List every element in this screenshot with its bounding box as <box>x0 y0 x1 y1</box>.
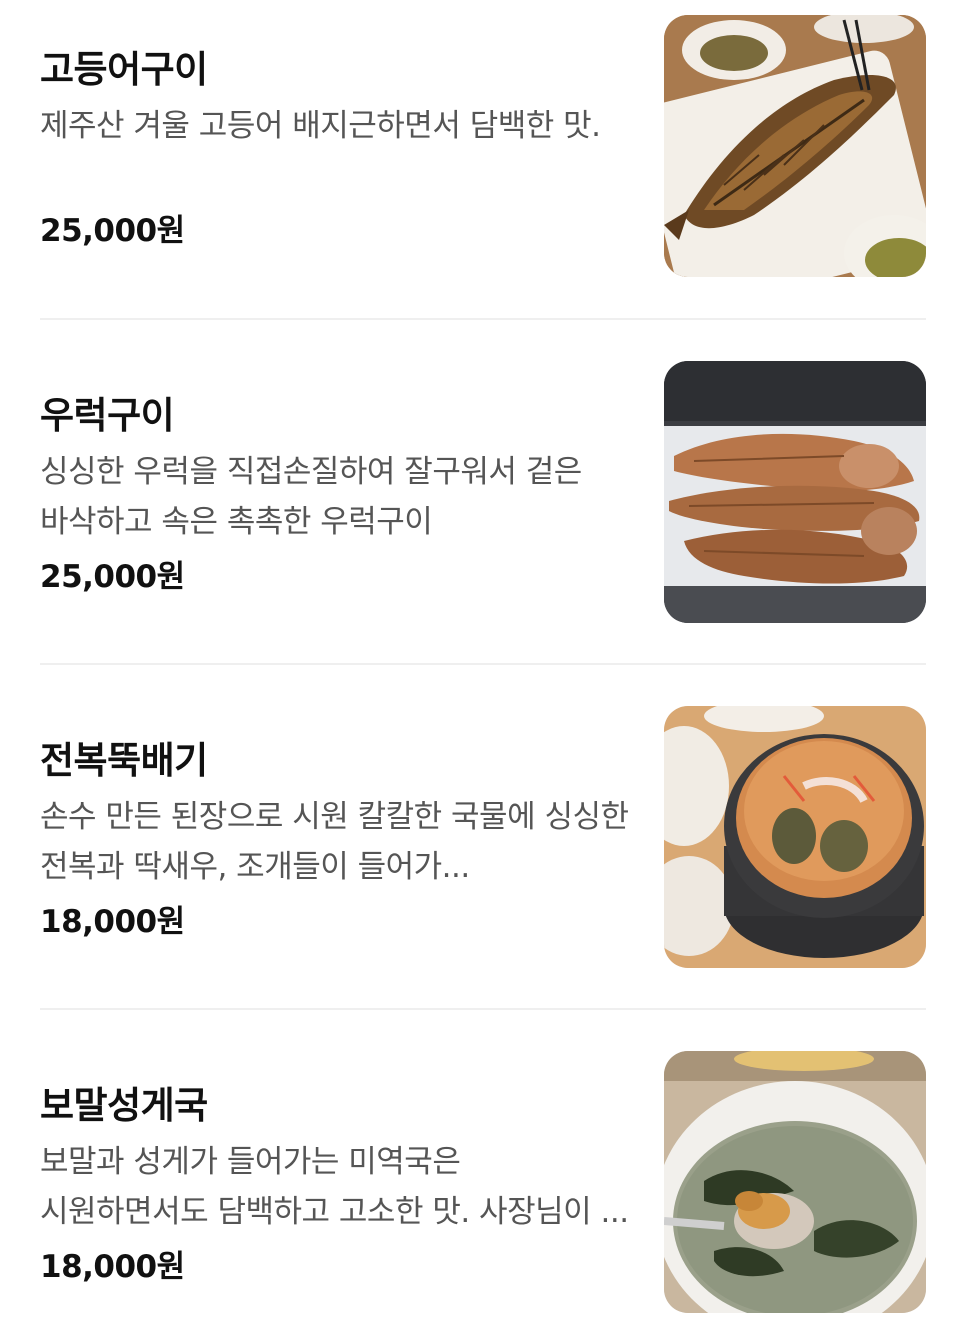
grilled-rockfish-image <box>664 361 926 623</box>
sea-urchin-soup-image <box>664 1051 926 1313</box>
divider <box>40 1008 926 1010</box>
menu-item-description: 보말과 성게가 들어가는 미역국은 시원하면서도 담백하고 고소한 맛. 사장님… <box>40 1144 629 1230</box>
menu-item-name: 우럭구이 <box>40 394 175 437</box>
grilled-rockfish-photo[interactable] <box>664 361 926 623</box>
menu-item-description: 제주산 겨울 고등어 배지근하면서 담백한 맛. <box>40 108 601 144</box>
abalone-stew-photo[interactable] <box>664 706 926 968</box>
menu-item-rockfish[interactable]: 우럭구이 싱싱한 우럭을 직접손질하여 잘구워서 겉은 바삭하고 속은 촉촉한 … <box>40 361 926 623</box>
sea-urchin-soup-photo[interactable] <box>664 1051 926 1313</box>
menu-item-mackerel[interactable]: 고등어구이 제주산 겨울 고등어 배지근하면서 담백한 맛. 25,000원 <box>40 15 926 277</box>
menu-item-sea-urchin-soup[interactable]: 보말성게국 보말과 성게가 들어가는 미역국은 시원하면서도 담백하고 고소한 … <box>40 1051 926 1313</box>
grilled-mackerel-image <box>664 15 926 277</box>
menu-item-abalone-stew[interactable]: 전복뚝배기 손수 만든 된장으로 시원 칼칼한 국물에 싱싱한 전복과 딱새우,… <box>40 706 926 968</box>
menu-item-name: 전복뚝배기 <box>40 739 208 782</box>
menu-item-price: 18,000원 <box>40 904 185 940</box>
menu-item-price: 25,000원 <box>40 213 185 249</box>
divider <box>40 663 926 665</box>
menu-item-name: 보말성게국 <box>40 1084 208 1127</box>
menu-item-description: 싱싱한 우럭을 직접손질하여 잘구워서 겉은 바삭하고 속은 촉촉한 우럭구이 <box>40 454 582 540</box>
menu-item-name: 고등어구이 <box>40 48 208 91</box>
menu-item-price: 18,000원 <box>40 1249 185 1285</box>
abalone-stew-image <box>664 706 926 968</box>
divider <box>40 318 926 320</box>
menu-item-price: 25,000원 <box>40 559 185 595</box>
menu-item-description: 손수 만든 된장으로 시원 칼칼한 국물에 싱싱한 전복과 딱새우, 조개들이 … <box>40 799 629 885</box>
menu-list: 고등어구이 제주산 겨울 고등어 배지근하면서 담백한 맛. 25,000원 우… <box>0 0 966 1323</box>
grilled-mackerel-photo[interactable] <box>664 15 926 277</box>
